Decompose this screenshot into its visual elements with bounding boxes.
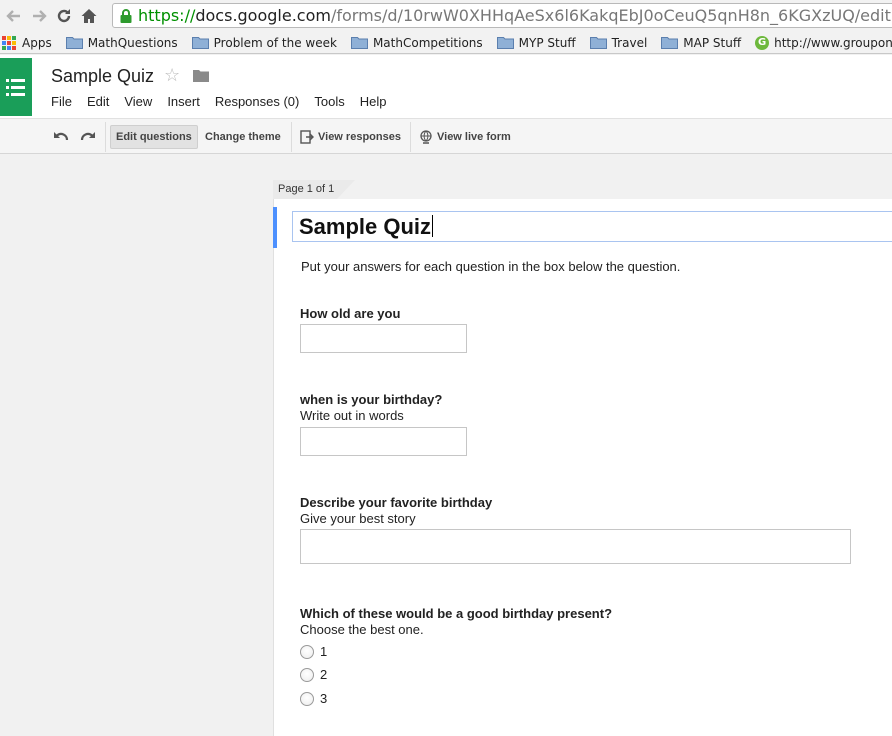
form-description: Put your answers for each question in th… — [301, 259, 681, 274]
change-theme-button[interactable]: Change theme — [200, 125, 286, 149]
view-responses-label: View responses — [318, 131, 401, 143]
menu-edit[interactable]: Edit — [87, 94, 109, 109]
bookmark-groupon[interactable]: G http://www.groupon — [755, 35, 892, 50]
radio-option[interactable]: 2 — [300, 667, 327, 682]
menu-tools[interactable]: Tools — [314, 94, 344, 109]
bookmark-folder[interactable]: MathCompetitions — [350, 35, 483, 50]
toolbar-divider — [105, 122, 106, 152]
view-live-form-label: View live form — [437, 131, 511, 143]
undo-icon[interactable] — [52, 128, 70, 144]
form-card — [273, 199, 892, 736]
forward-button[interactable] — [28, 5, 50, 27]
toolbar-divider — [410, 122, 411, 152]
menu-insert[interactable]: Insert — [167, 94, 200, 109]
question-title: How old are you — [300, 306, 401, 321]
docs-header: Sample Quiz ☆ File Edit View Insert Resp… — [0, 55, 892, 118]
folder-icon — [661, 37, 679, 49]
radio-option[interactable]: 1 — [300, 644, 327, 659]
radio-button[interactable] — [300, 667, 314, 682]
groupon-icon: G — [755, 35, 770, 50]
bookmark-folder[interactable]: MAP Stuff — [661, 36, 741, 50]
redo-icon[interactable] — [79, 128, 97, 144]
menu-file[interactable]: File — [51, 94, 72, 109]
forms-logo-icon[interactable] — [0, 58, 32, 116]
bookmark-label: MAP Stuff — [683, 35, 742, 50]
reload-icon — [57, 9, 71, 23]
edit-questions-button[interactable]: Edit questions — [110, 125, 198, 149]
bookmark-apps[interactable]: Apps — [0, 35, 52, 50]
radio-option[interactable]: 3 — [300, 691, 327, 706]
view-live-form-button[interactable]: View live form — [414, 125, 516, 149]
globe-icon — [420, 130, 432, 144]
star-icon[interactable]: ☆ — [164, 65, 180, 86]
radio-option-label: 2 — [320, 667, 328, 682]
question-title: Which of these would be a good birthday … — [300, 606, 613, 621]
reload-button[interactable] — [53, 5, 75, 27]
bookmark-label: MathQuestions — [87, 35, 178, 50]
menu-bar: File Edit View Insert Responses (0) Tool… — [51, 94, 401, 109]
editor-toolbar: Edit questions Change theme View respons… — [0, 118, 892, 154]
radio-button[interactable] — [300, 691, 314, 706]
view-responses-button[interactable]: View responses — [295, 125, 406, 149]
bookmarks-bar: Apps MathQuestions Problem of the week M… — [0, 32, 892, 54]
bookmark-label: Apps — [22, 35, 52, 50]
text-caret — [432, 215, 434, 237]
page-indicator-tab: Page 1 of 1 — [273, 180, 355, 199]
answer-input-birthday[interactable] — [300, 427, 467, 456]
url-protocol: https:// — [138, 6, 196, 25]
folder-icon — [589, 37, 607, 49]
menu-view[interactable]: View — [124, 94, 152, 109]
bookmark-label: Travel — [611, 35, 648, 50]
back-arrow-icon — [6, 10, 20, 22]
radio-button[interactable] — [300, 644, 314, 659]
folder-icon — [350, 37, 368, 49]
bookmark-folder[interactable]: Problem of the week — [191, 35, 337, 50]
apps-grid-icon — [2, 35, 16, 50]
focus-accent-bar — [273, 207, 277, 248]
lock-icon — [120, 8, 132, 23]
answer-textarea-story[interactable] — [300, 529, 851, 564]
folder-icon — [65, 37, 83, 49]
browser-toolbar: https://docs.google.com/forms/d/10rwW0XH… — [0, 0, 892, 32]
bookmark-label: http://www.groupon — [774, 35, 892, 50]
back-button[interactable] — [3, 5, 25, 27]
edit-questions-label: Edit questions — [116, 131, 192, 143]
home-icon — [81, 9, 97, 23]
question-title: Describe your favorite birthday — [300, 495, 493, 510]
url-path: /forms/d/10rwW0XHHqAeSx6l6KakqEbJ0oCeuQ5… — [330, 6, 891, 25]
forward-arrow-icon — [33, 10, 47, 22]
document-title[interactable]: Sample Quiz — [51, 66, 154, 87]
toolbar-divider — [291, 122, 292, 152]
form-title-input[interactable]: Sample Quiz — [292, 211, 892, 242]
change-theme-label: Change theme — [205, 131, 281, 143]
folder-icon — [191, 37, 209, 49]
question-help-text: Choose the best one. — [300, 622, 424, 637]
folder-icon — [496, 37, 514, 49]
radio-option-label: 1 — [320, 644, 328, 659]
home-button[interactable] — [78, 5, 100, 27]
url-host: docs.google.com — [195, 6, 331, 25]
bookmark-label: MathCompetitions — [372, 35, 483, 50]
answer-input-age[interactable] — [300, 324, 467, 353]
radio-option-label: 3 — [320, 691, 328, 706]
question-help-text: Write out in words — [300, 408, 404, 423]
menu-help[interactable]: Help — [360, 94, 387, 109]
menu-responses[interactable]: Responses (0) — [215, 94, 300, 109]
view-responses-icon — [300, 130, 314, 144]
folder-icon[interactable] — [193, 69, 209, 82]
address-bar[interactable]: https://docs.google.com/forms/d/10rwW0XH… — [112, 3, 892, 28]
bookmark-folder[interactable]: MYP Stuff — [496, 35, 576, 50]
bookmark-label: Problem of the week — [213, 35, 337, 50]
form-title-text: Sample Quiz — [299, 214, 432, 239]
bookmark-folder[interactable]: MathQuestions — [65, 35, 178, 50]
question-help-text: Give your best story — [300, 511, 416, 526]
bookmark-label: MYP Stuff — [518, 35, 576, 50]
question-title: when is your birthday? — [300, 392, 443, 407]
bookmark-folder[interactable]: Travel — [589, 35, 648, 50]
